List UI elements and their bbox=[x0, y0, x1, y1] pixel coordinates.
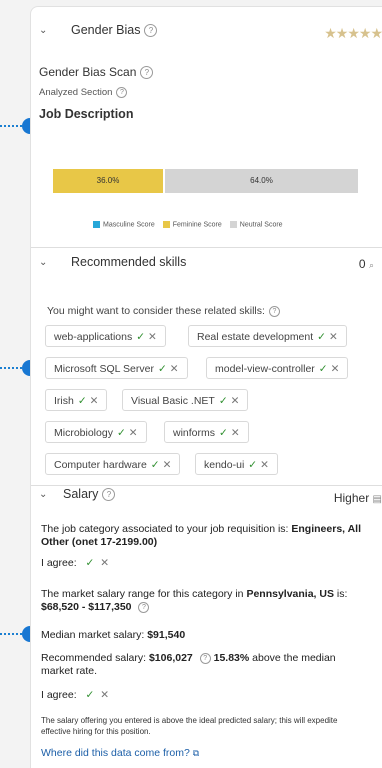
rating-stars: ★★★★★ bbox=[324, 25, 382, 41]
salary-title: Salary bbox=[63, 487, 99, 501]
agree-check-icon[interactable]: ✓ bbox=[86, 557, 95, 569]
salary-note: The salary offering you entered is above… bbox=[41, 716, 338, 736]
help-icon[interactable]: ? bbox=[140, 66, 154, 80]
accept-skill-icon[interactable]: ✓ bbox=[248, 459, 257, 471]
salary-range: The market salary range for this categor… bbox=[41, 588, 348, 613]
accept-skill-icon[interactable]: ✓ bbox=[78, 395, 87, 407]
salary-status: Higher ▤ bbox=[333, 491, 382, 505]
help-icon[interactable]: ? bbox=[268, 305, 280, 317]
skills-header[interactable]: ⌄ Recommended skills bbox=[31, 255, 382, 269]
skill-chip-label: kendo-ui bbox=[204, 459, 245, 471]
skill-chip[interactable]: winforms ✓ ✕ bbox=[164, 421, 249, 443]
remove-skill-icon[interactable]: ✕ bbox=[90, 395, 99, 407]
disagree-icon[interactable]: ✕ bbox=[100, 689, 109, 701]
accept-skill-icon[interactable]: ✓ bbox=[319, 363, 328, 375]
skill-chip[interactable]: Microbiology ✓ ✕ bbox=[45, 421, 147, 443]
divider bbox=[31, 247, 382, 248]
agree-row-1: I agree: ✓ ✕ bbox=[41, 557, 110, 569]
remove-skill-icon[interactable]: ✕ bbox=[331, 363, 340, 375]
help-icon[interactable]: ? bbox=[199, 652, 211, 664]
accept-skill-icon[interactable]: ✓ bbox=[219, 427, 228, 439]
document-icon[interactable]: ▤ bbox=[373, 494, 382, 505]
salary-header[interactable]: ⌄ Salary ? bbox=[31, 487, 382, 501]
skill-chip[interactable]: Visual Basic .NET ✓ ✕ bbox=[122, 389, 249, 411]
skill-chip[interactable]: kendo-ui ✓ ✕ bbox=[195, 453, 278, 475]
magnifier-icon[interactable]: ⌕ bbox=[369, 260, 374, 270]
accept-skill-icon[interactable]: ✓ bbox=[151, 459, 160, 471]
legend-neutral: Neutral Score bbox=[229, 221, 283, 228]
accept-skill-icon[interactable]: ✓ bbox=[219, 395, 228, 407]
skill-chip[interactable]: Irish ✓ ✕ bbox=[45, 389, 108, 411]
disagree-icon[interactable]: ✕ bbox=[100, 557, 109, 569]
bar-neutral-score: 64.0% bbox=[165, 169, 358, 193]
accept-skill-icon[interactable]: ✓ bbox=[317, 331, 326, 343]
accept-skill-icon[interactable]: ✓ bbox=[136, 331, 145, 343]
bar-feminine-score: 36.0% bbox=[53, 169, 163, 193]
remove-skill-icon[interactable]: ✕ bbox=[260, 459, 269, 471]
skill-chip[interactable]: Computer hardware ✓ ✕ bbox=[45, 453, 181, 475]
chevron-down-icon[interactable]: ⌄ bbox=[39, 25, 49, 36]
remove-skill-icon[interactable]: ✕ bbox=[163, 459, 172, 471]
legend-masculine: Masculine Score bbox=[93, 221, 155, 228]
skill-chip-label: Irish bbox=[54, 395, 74, 407]
help-icon[interactable]: ? bbox=[102, 487, 116, 501]
agree-check-icon[interactable]: ✓ bbox=[86, 689, 95, 701]
skill-chip-label: Computer hardware bbox=[54, 459, 147, 471]
agree-row-2: I agree: ✓ ✕ bbox=[41, 689, 110, 701]
divider bbox=[31, 485, 382, 486]
skill-chip-label: winforms bbox=[173, 427, 216, 439]
skills-title: Recommended skills bbox=[71, 255, 187, 269]
analyzed-section-label: Analyzed Section? bbox=[39, 87, 128, 98]
help-icon[interactable]: ? bbox=[138, 601, 150, 613]
gender-bias-scan-label: Gender Bias Scan? bbox=[39, 65, 154, 80]
skill-chip[interactable]: Real estate development ✓ ✕ bbox=[188, 325, 347, 347]
analyzed-section-value: Job Description bbox=[39, 107, 134, 121]
accept-skill-icon[interactable]: ✓ bbox=[117, 427, 126, 439]
external-link-icon[interactable]: ⧉ bbox=[193, 748, 199, 758]
analysis-panel: ⌄ Gender Bias ? ★★★★★ Gender Bias Scan? … bbox=[30, 6, 382, 768]
remove-skill-icon[interactable]: ✕ bbox=[170, 363, 179, 375]
skills-intro: You might want to consider these related… bbox=[47, 305, 280, 317]
skill-chip-label: Real estate development bbox=[197, 331, 314, 343]
skill-chip-label: Microsoft SQL Server bbox=[54, 363, 154, 375]
gender-bias-title: Gender Bias bbox=[71, 23, 141, 37]
job-category: The job category associated to your job … bbox=[41, 523, 362, 548]
remove-skill-icon[interactable]: ✕ bbox=[231, 395, 240, 407]
help-icon[interactable]: ? bbox=[116, 87, 128, 98]
chevron-down-icon[interactable]: ⌄ bbox=[39, 489, 49, 500]
data-source-link[interactable]: Where did this data come from? ⧉ bbox=[41, 747, 199, 760]
skill-chip[interactable]: model-view-controller ✓ ✕ bbox=[206, 357, 349, 379]
median-salary: Median market salary: $91,540 bbox=[41, 629, 186, 641]
help-icon[interactable]: ? bbox=[144, 23, 158, 37]
remove-skill-icon[interactable]: ✕ bbox=[231, 427, 240, 439]
chart-legend: Masculine Score Feminine Score Neutral S… bbox=[93, 221, 283, 228]
skill-chip-label: Microbiology bbox=[54, 427, 113, 439]
skill-chip-label: Visual Basic .NET bbox=[131, 395, 215, 407]
remove-skill-icon[interactable]: ✕ bbox=[148, 331, 157, 343]
remove-skill-icon[interactable]: ✕ bbox=[129, 427, 138, 439]
skill-chip-label: web-applications bbox=[54, 331, 133, 343]
recommended-salary: Recommended salary: $106,027 ? 15.83% ab… bbox=[41, 652, 336, 677]
skills-count: 0 ⌕ bbox=[358, 257, 374, 271]
chevron-down-icon[interactable]: ⌄ bbox=[39, 257, 49, 268]
skill-chip-label: model-view-controller bbox=[215, 363, 315, 375]
skill-chip[interactable]: Microsoft SQL Server ✓ ✕ bbox=[45, 357, 188, 379]
accept-skill-icon[interactable]: ✓ bbox=[158, 363, 167, 375]
legend-feminine: Feminine Score bbox=[162, 221, 222, 228]
skill-chip[interactable]: web-applications ✓ ✕ bbox=[45, 325, 166, 347]
remove-skill-icon[interactable]: ✕ bbox=[329, 331, 338, 343]
